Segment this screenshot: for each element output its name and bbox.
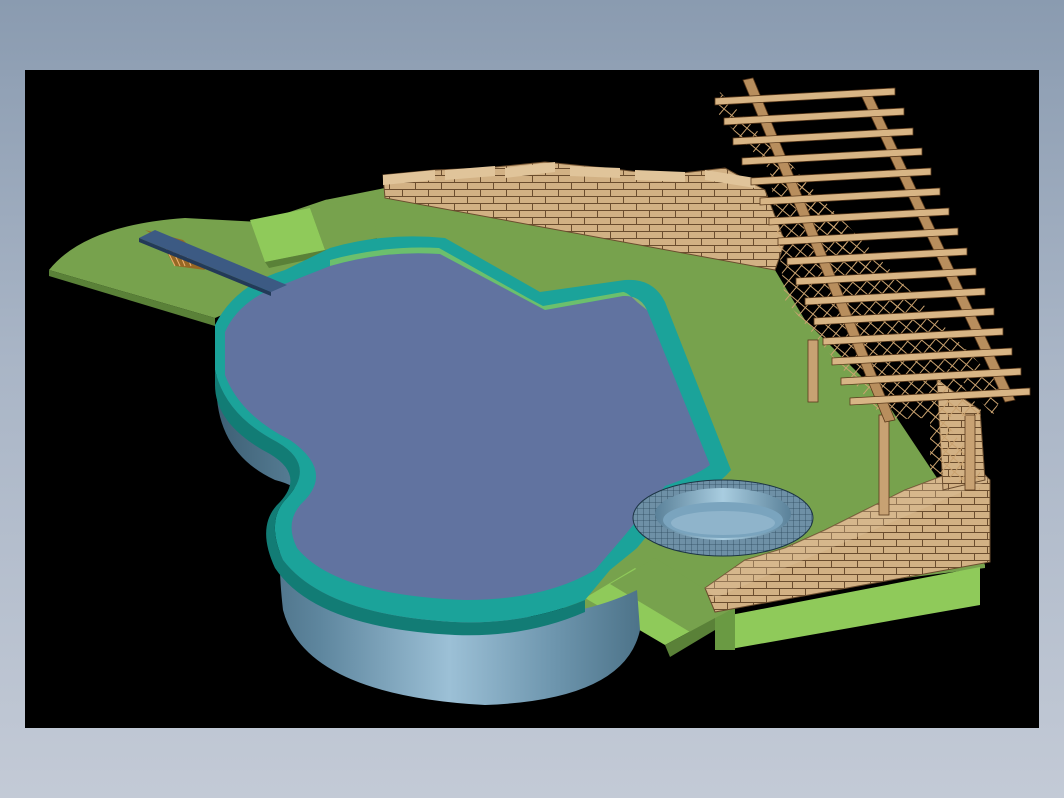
cad-viewport[interactable] [25, 70, 1039, 728]
spa [632, 479, 814, 557]
pool-3d-model [49, 77, 1031, 705]
